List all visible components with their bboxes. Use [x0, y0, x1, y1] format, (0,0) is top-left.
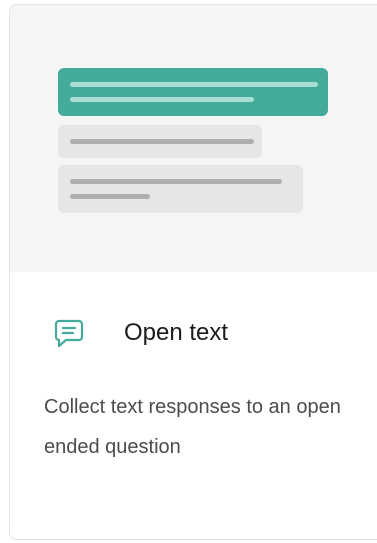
preview-line — [70, 139, 254, 144]
question-type-card-open-text[interactable]: Open text Collect text responses to an o… — [9, 4, 377, 540]
message-text-icon — [52, 316, 86, 350]
card-description: Collect text responses to an open ended … — [44, 396, 341, 458]
preview-line — [70, 82, 318, 87]
preview-placeholder-short — [58, 125, 262, 158]
card-preview — [10, 5, 377, 272]
preview-placeholder-long — [58, 165, 303, 213]
preview-line — [70, 97, 254, 102]
preview-line — [70, 194, 150, 199]
card-title: Open text — [124, 319, 229, 346]
preview-line — [70, 179, 282, 184]
preview-answer-bubble — [58, 68, 328, 116]
card-title-row: Open text — [52, 313, 228, 353]
